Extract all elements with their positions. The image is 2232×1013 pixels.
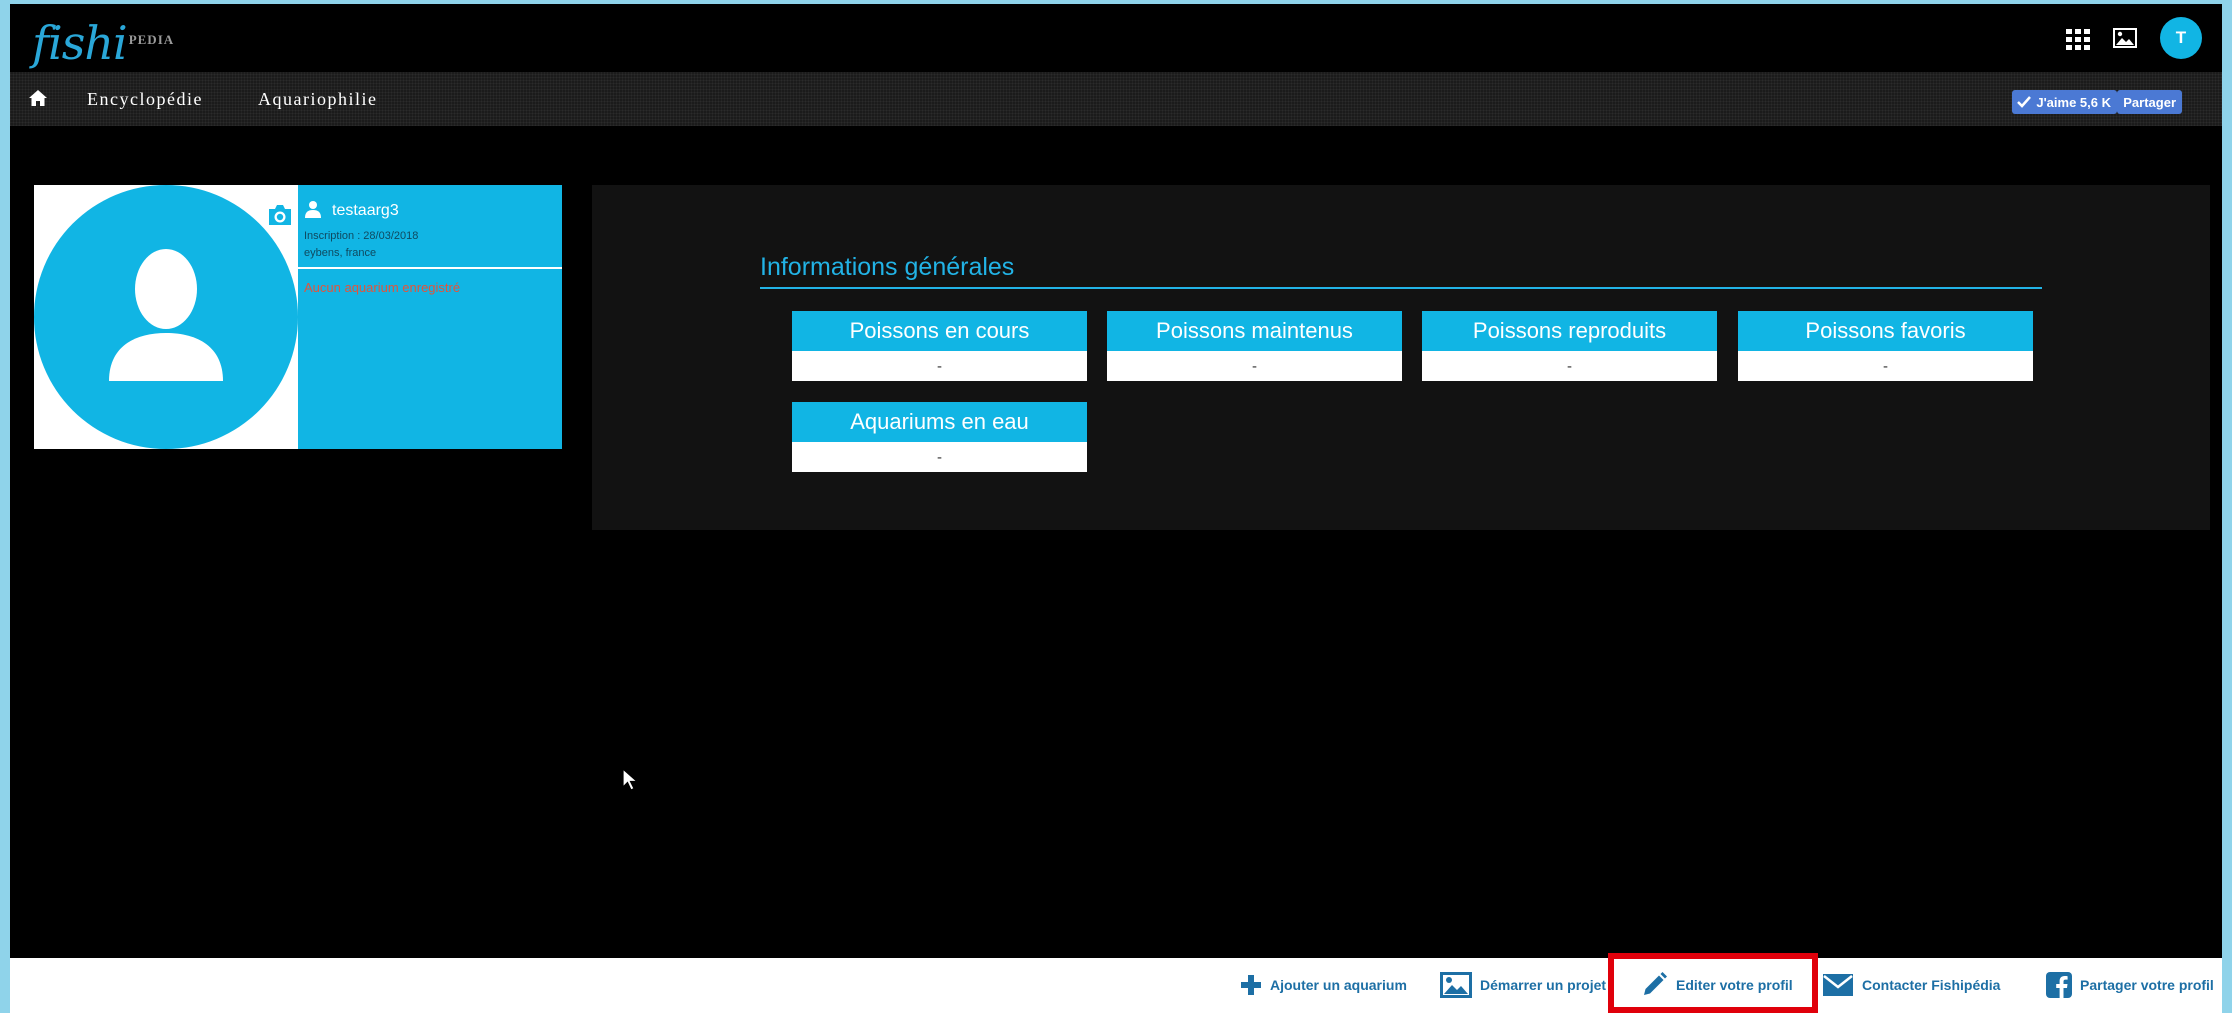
contact-label: Contacter Fishipédia	[1862, 977, 2001, 993]
facebook-icon	[2046, 972, 2072, 998]
nav-item-encyclopedie[interactable]: Encyclopédie	[87, 89, 203, 110]
add-aquarium-link[interactable]: Ajouter un aquarium	[1240, 970, 1407, 1000]
inscription-date: Inscription : 28/03/2018	[304, 230, 419, 242]
profile-actions-bar: Ajouter un aquarium Démarrer un projet E…	[10, 953, 2222, 1013]
person-silhouette-icon	[109, 249, 223, 381]
profile-photo	[34, 185, 298, 449]
user-avatar[interactable]: T	[2160, 17, 2202, 59]
stat-label: Aquariums en eau	[792, 402, 1087, 442]
stat-card: Poissons maintenus -	[1107, 311, 1402, 381]
share-profile-label: Partager votre profil	[2080, 977, 2214, 993]
facebook-share-button[interactable]: Partager	[2117, 90, 2182, 114]
stat-label: Poissons maintenus	[1107, 311, 1402, 351]
stat-card: Poissons en cours -	[792, 311, 1087, 381]
stat-value: -	[792, 442, 1087, 472]
edit-profile-highlight	[1608, 953, 1818, 1013]
stat-card: Aquariums en eau -	[792, 402, 1087, 472]
contact-fishipedia-link[interactable]: Contacter Fishipédia	[1822, 970, 2000, 1000]
nav-item-aquariophilie[interactable]: Aquariophilie	[258, 89, 377, 110]
add-aquarium-label: Ajouter un aquarium	[1270, 977, 1407, 993]
profile-info-panel: testaarg3 Inscription : 28/03/2018 eyben…	[298, 185, 562, 449]
avatar-placeholder	[34, 185, 298, 449]
user-icon	[305, 201, 321, 218]
mouse-cursor-icon	[622, 768, 639, 791]
start-project-label: Démarrer un projet	[1480, 977, 1607, 993]
envelope-icon	[1823, 974, 1853, 996]
profile-username: testaarg3	[332, 202, 399, 219]
stat-value: -	[1738, 351, 2033, 381]
home-icon[interactable]	[28, 88, 48, 108]
share-profile-link[interactable]: Partager votre profil	[2046, 970, 2214, 1000]
logo-script-text: fishi	[32, 16, 128, 70]
like-label: J'aime 5,6 K	[2036, 94, 2111, 110]
profile-info-header: testaarg3 Inscription : 28/03/2018 eyben…	[298, 185, 562, 269]
stat-value: -	[1107, 351, 1402, 381]
no-aquarium-message: Aucun aquarium enregistré	[304, 280, 461, 295]
apps-grid-icon[interactable]	[2060, 23, 2090, 53]
top-bar: fishi PEDIA T	[10, 4, 2222, 72]
fishipedia-logo[interactable]: fishi PEDIA	[32, 8, 174, 68]
main-nav: Encyclopédie Aquariophilie J'aime 5,6 K …	[10, 72, 2222, 126]
title-divider	[760, 287, 2042, 289]
image-icon	[1440, 972, 1472, 998]
stat-value: -	[1422, 351, 1717, 381]
general-info-section: Informations générales Poissons en cours…	[592, 185, 2210, 530]
logo-small-text: PEDIA	[128, 32, 175, 47]
stat-value: -	[792, 351, 1087, 381]
facebook-like-button[interactable]: J'aime 5,6 K	[2012, 90, 2117, 114]
stat-label: Poissons favoris	[1738, 311, 2033, 351]
stat-label: Poissons en cours	[792, 311, 1087, 351]
checkmark-icon	[2017, 96, 2032, 108]
section-title: Informations générales	[760, 253, 1015, 281]
profile-card: testaarg3 Inscription : 28/03/2018 eyben…	[34, 185, 562, 449]
camera-icon[interactable]	[266, 203, 294, 227]
stat-label: Poissons reproduits	[1422, 311, 1717, 351]
plus-icon	[1241, 975, 1261, 995]
stat-card: Poissons favoris -	[1738, 311, 2033, 381]
top-icons: T	[2060, 16, 2202, 60]
gallery-icon[interactable]	[2110, 23, 2140, 53]
profile-location: eybens, france	[304, 247, 377, 259]
stat-card: Poissons reproduits -	[1422, 311, 1717, 381]
start-project-link[interactable]: Démarrer un projet	[1440, 970, 1606, 1000]
browser-viewport: fishi PEDIA T Encyclopédie Aquariophilie…	[10, 4, 2222, 1013]
